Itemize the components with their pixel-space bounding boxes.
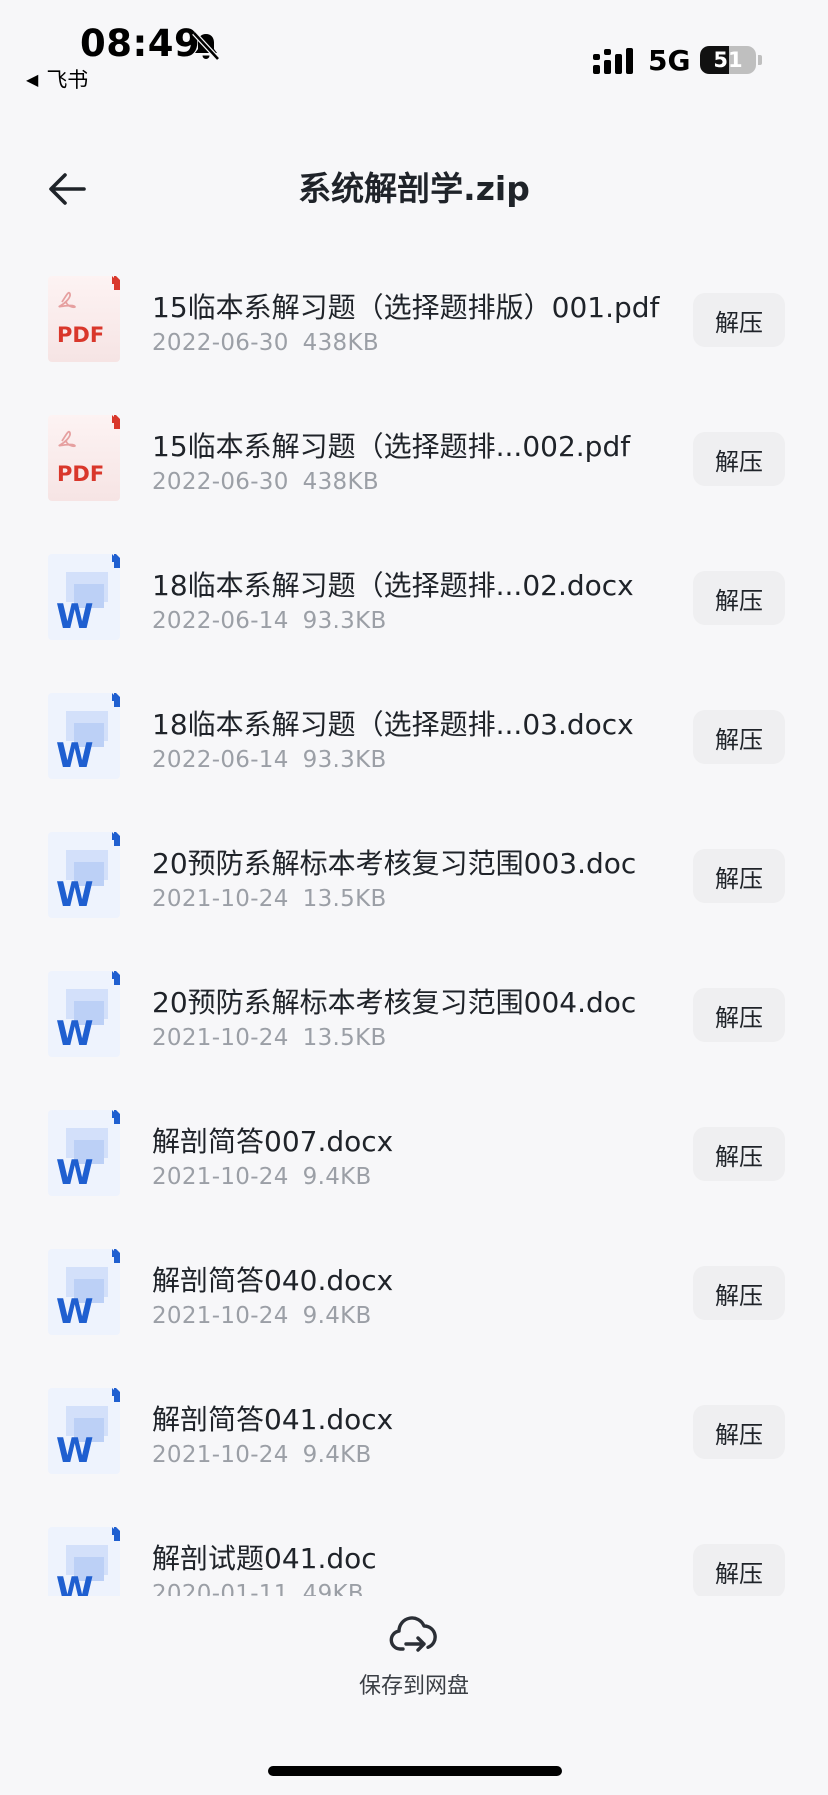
screen: 08:49 ◀ 飞书 5G 51 系统解剖学.zip PDF 15临本系解习题（… bbox=[0, 0, 828, 1795]
file-meta: 2022-06-30 438KB bbox=[152, 330, 379, 356]
save-to-cloud-button[interactable]: 保存到网盘 bbox=[330, 1616, 498, 1706]
file-date: 2021-10-24 bbox=[152, 1442, 289, 1468]
unzip-button[interactable]: 解压 bbox=[693, 1544, 785, 1596]
file-name: 解剖简答041.docx bbox=[152, 1403, 394, 1436]
battery-level: 51 bbox=[713, 48, 743, 72]
file-size: 93.3KB bbox=[302, 747, 387, 773]
network-type: 5G bbox=[648, 44, 691, 77]
file-meta: 2021-10-24 9.4KB bbox=[152, 1303, 372, 1329]
back-to-app-link[interactable]: ◀ 飞书 bbox=[26, 64, 88, 94]
unzip-button[interactable]: 解压 bbox=[693, 1127, 785, 1181]
word-label: W bbox=[56, 1570, 94, 1596]
word-label: W bbox=[56, 1014, 94, 1054]
file-row[interactable]: W 20预防系解标本考核复习范围004.doc 2021-10-24 13.5KB… bbox=[0, 951, 828, 1090]
file-row[interactable]: W 18临本系解习题（选择题排...03.docx 2022-06-14 93.3… bbox=[0, 673, 828, 812]
signal-icon bbox=[593, 48, 633, 74]
battery-tip bbox=[758, 55, 762, 65]
status-time: 08:49 bbox=[80, 22, 201, 65]
file-date: 2022-06-30 bbox=[152, 469, 289, 495]
word-label: W bbox=[56, 597, 94, 637]
file-row[interactable]: PDF 15临本系解习题（选择题排...002.pdf 2022-06-30 43… bbox=[0, 395, 828, 534]
file-name: 解剖试题041.doc bbox=[152, 1542, 377, 1575]
file-meta: 2020-01-11 49KB bbox=[152, 1581, 364, 1596]
file-size: 13.5KB bbox=[302, 886, 387, 912]
home-indicator[interactable] bbox=[268, 1766, 562, 1776]
file-name: 18临本系解习题（选择题排...03.docx bbox=[152, 708, 634, 741]
save-to-cloud-label: 保存到网盘 bbox=[358, 1674, 469, 1699]
file-size: 438KB bbox=[302, 469, 379, 495]
bell-muted-icon bbox=[192, 31, 220, 61]
file-date: 2021-10-24 bbox=[152, 1303, 289, 1329]
word-file-icon: W bbox=[48, 1388, 120, 1474]
file-size: 9.4KB bbox=[302, 1164, 372, 1190]
file-name: 15临本系解习题（选择题排版）001.pdf bbox=[152, 291, 660, 324]
file-name: 18临本系解习题（选择题排...02.docx bbox=[152, 569, 634, 602]
page-title: 系统解剖学.zip bbox=[298, 169, 530, 208]
file-size: 438KB bbox=[302, 330, 379, 356]
file-row[interactable]: W 解剖试题041.doc 2020-01-11 49KB 解压 bbox=[0, 1507, 828, 1596]
pdf-file-icon: PDF bbox=[48, 415, 120, 501]
word-label: W bbox=[56, 875, 94, 915]
file-row[interactable]: W 18临本系解习题（选择题排...02.docx 2022-06-14 93.3… bbox=[0, 534, 828, 673]
file-date: 2021-10-24 bbox=[152, 1164, 289, 1190]
file-row[interactable]: PDF 15临本系解习题（选择题排版）001.pdf 2022-06-30 438… bbox=[0, 256, 828, 395]
word-file-icon: W bbox=[48, 1249, 120, 1335]
unzip-button[interactable]: 解压 bbox=[693, 571, 785, 625]
file-size: 13.5KB bbox=[302, 1025, 387, 1051]
file-meta: 2022-06-14 93.3KB bbox=[152, 608, 387, 634]
word-file-icon: W bbox=[48, 971, 120, 1057]
pdf-label: PDF bbox=[57, 462, 104, 486]
file-name: 15临本系解习题（选择题排...002.pdf bbox=[152, 430, 631, 463]
file-date: 2022-06-30 bbox=[152, 330, 289, 356]
word-file-icon: W bbox=[48, 1110, 120, 1196]
file-name: 20预防系解标本考核复习范围004.doc bbox=[152, 986, 637, 1019]
back-app-label: 飞书 bbox=[46, 68, 89, 92]
file-size: 93.3KB bbox=[302, 608, 387, 634]
file-row[interactable]: W 解剖简答007.docx 2021-10-24 9.4KB 解压 bbox=[0, 1090, 828, 1229]
file-name: 解剖简答007.docx bbox=[152, 1125, 394, 1158]
file-date: 2021-10-24 bbox=[152, 886, 289, 912]
file-meta: 2022-06-14 93.3KB bbox=[152, 747, 387, 773]
file-meta: 2021-10-24 9.4KB bbox=[152, 1442, 372, 1468]
word-label: W bbox=[56, 1292, 94, 1332]
unzip-button[interactable]: 解压 bbox=[693, 293, 785, 347]
word-label: W bbox=[56, 736, 94, 776]
file-meta: 2021-10-24 13.5KB bbox=[152, 1025, 387, 1051]
file-meta: 2021-10-24 13.5KB bbox=[152, 886, 387, 912]
unzip-button[interactable]: 解压 bbox=[693, 1266, 785, 1320]
file-date: 2022-06-14 bbox=[152, 608, 289, 634]
word-file-icon: W bbox=[48, 693, 120, 779]
battery-indicator: 51 bbox=[700, 46, 756, 74]
unzip-button[interactable]: 解压 bbox=[693, 432, 785, 486]
file-size: 49KB bbox=[302, 1581, 364, 1596]
word-file-icon: W bbox=[48, 832, 120, 918]
word-file-icon: W bbox=[48, 1527, 120, 1596]
word-label: W bbox=[56, 1431, 94, 1471]
back-triangle-icon: ◀ bbox=[26, 69, 39, 89]
file-row[interactable]: W 解剖简答040.docx 2021-10-24 9.4KB 解压 bbox=[0, 1229, 828, 1368]
unzip-button[interactable]: 解压 bbox=[693, 849, 785, 903]
file-date: 2022-06-14 bbox=[152, 747, 289, 773]
file-row[interactable]: W 20预防系解标本考核复习范围003.doc 2021-10-24 13.5KB… bbox=[0, 812, 828, 951]
file-row[interactable]: W 解剖简答041.docx 2021-10-24 9.4KB 解压 bbox=[0, 1368, 828, 1507]
unzip-button[interactable]: 解压 bbox=[693, 988, 785, 1042]
file-date: 2021-10-24 bbox=[152, 1025, 289, 1051]
pdf-file-icon: PDF bbox=[48, 276, 120, 362]
file-name: 20预防系解标本考核复习范围003.doc bbox=[152, 847, 637, 880]
word-label: W bbox=[56, 1153, 94, 1193]
file-size: 9.4KB bbox=[302, 1442, 372, 1468]
file-meta: 2021-10-24 9.4KB bbox=[152, 1164, 372, 1190]
file-meta: 2022-06-30 438KB bbox=[152, 469, 379, 495]
cloud-save-icon bbox=[389, 1616, 437, 1652]
unzip-button[interactable]: 解压 bbox=[693, 1405, 785, 1459]
file-list[interactable]: PDF 15临本系解习题（选择题排版）001.pdf 2022-06-30 438… bbox=[0, 256, 828, 1596]
file-date: 2020-01-11 bbox=[152, 1581, 289, 1596]
unzip-button[interactable]: 解压 bbox=[693, 710, 785, 764]
file-size: 9.4KB bbox=[302, 1303, 372, 1329]
word-file-icon: W bbox=[48, 554, 120, 640]
file-name: 解剖简答040.docx bbox=[152, 1264, 394, 1297]
pdf-label: PDF bbox=[57, 323, 104, 347]
